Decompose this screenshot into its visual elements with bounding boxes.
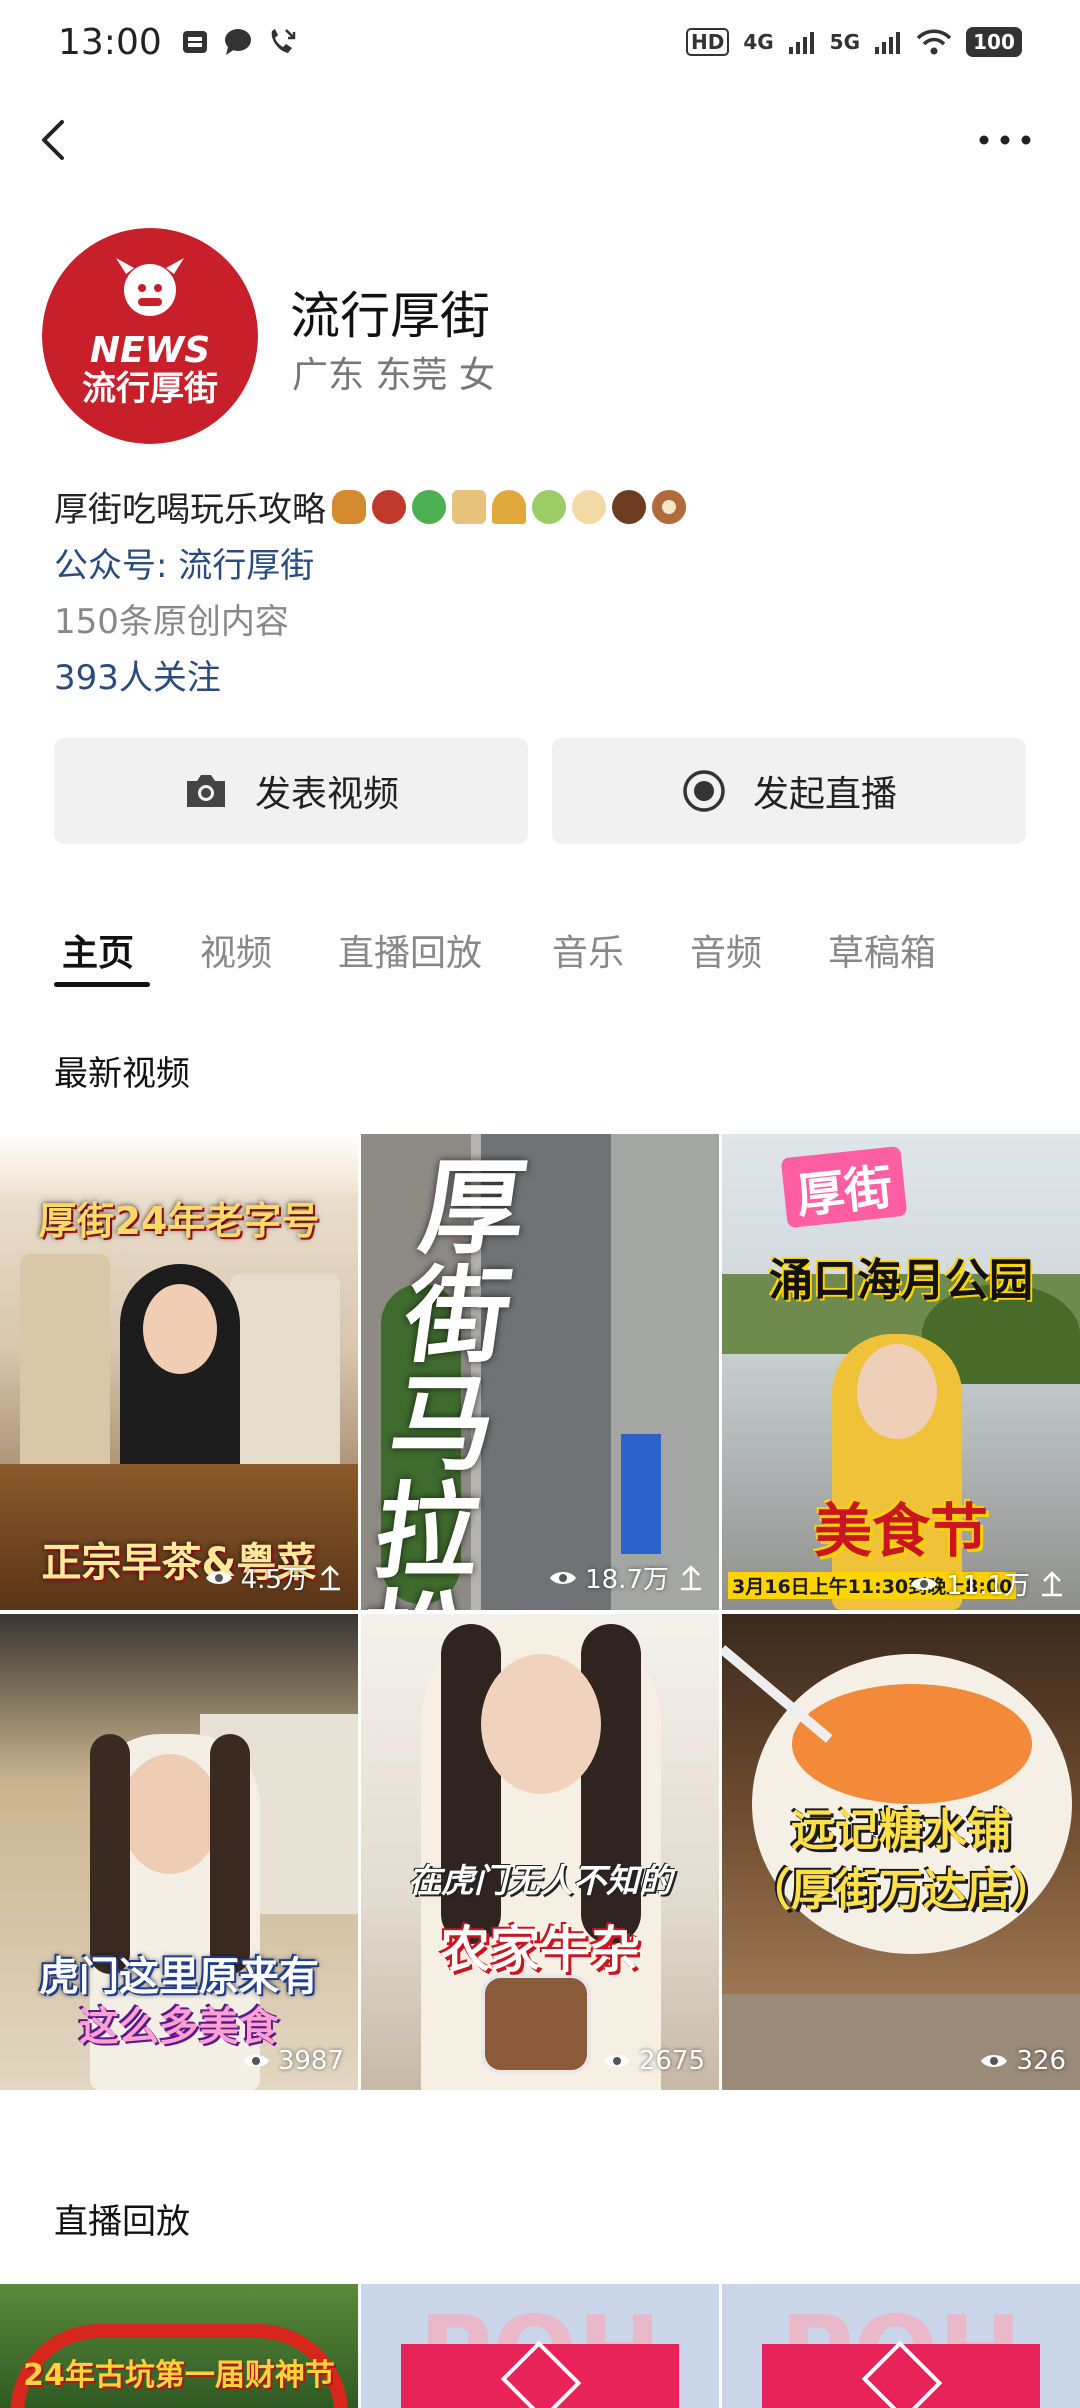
live-record-icon xyxy=(683,770,725,812)
live-replay-tile[interactable]: 24年古坑第一届财神节 xyxy=(0,2284,358,2408)
video-tile[interactable]: 虎门这里原来有 这么多美食 3987 xyxy=(0,1614,358,2090)
eye-icon xyxy=(242,2055,269,2067)
bio-text: 厚街吃喝玩乐攻略 xyxy=(54,490,326,530)
views-count: 3987 xyxy=(277,2046,344,2076)
live-replay-tile[interactable]: POH xyxy=(722,2284,1080,2408)
video-tile[interactable]: 远记糖水铺 （厚街万达店） 326 xyxy=(722,1614,1080,2090)
avatar-text-bottom: 流行厚街 xyxy=(82,369,218,409)
missed-call-icon xyxy=(271,29,295,53)
sim-card-icon xyxy=(182,31,207,53)
video-views: 4.5万 xyxy=(205,1559,344,1596)
tab-home[interactable]: 主页 xyxy=(62,924,134,976)
eye-icon xyxy=(981,2055,1008,2067)
pin-icon xyxy=(681,1564,701,1590)
video-title-bottom: 美食节 xyxy=(813,1497,988,1565)
start-live-button[interactable]: 发起直播 xyxy=(552,738,1026,844)
video-views: 3987 xyxy=(242,2046,344,2076)
views-count: 326 xyxy=(1016,2046,1066,2076)
views-count: 18.7万 xyxy=(585,1565,669,1595)
views-count: 4.5万 xyxy=(240,1565,308,1595)
profile-name: 流行厚街 xyxy=(290,287,490,345)
video-title-bottom: （厚街万达店） xyxy=(747,1865,1055,1916)
tab-videos[interactable]: 视频 xyxy=(200,924,272,976)
more-button[interactable] xyxy=(970,110,1040,170)
cupcake-icon xyxy=(572,489,606,524)
post-video-button[interactable]: 发表视频 xyxy=(54,738,528,844)
tab-audio[interactable]: 音频 xyxy=(690,924,762,976)
more-dots-icon xyxy=(979,135,1031,145)
official-account-link[interactable]: 公众号: 流行厚街 xyxy=(54,538,314,587)
video-views: 11.1万 xyxy=(910,1565,1066,1602)
latest-videos-title: 最新视频 xyxy=(54,1054,190,1094)
video-tile[interactable]: 厚街马拉松 18.7万 xyxy=(361,1134,719,1610)
hd-indicator: HD xyxy=(685,28,730,56)
avatar[interactable]: NEWS 流行厚街 xyxy=(42,228,258,444)
start-live-label: 发起直播 xyxy=(752,774,897,815)
tab-drafts[interactable]: 草稿箱 xyxy=(828,924,936,976)
meat-icon xyxy=(372,489,406,524)
post-video-label: 发表视频 xyxy=(254,774,399,815)
network-4g: 4G xyxy=(743,30,774,54)
tab-live-replays[interactable]: 直播回放 xyxy=(338,924,482,976)
video-title-bottom: 农家牛杂 xyxy=(440,1921,640,1979)
pin-icon xyxy=(1042,1570,1062,1596)
views-count: 11.1万 xyxy=(946,1571,1030,1601)
sandwich-icon xyxy=(452,489,486,524)
video-title-mid: 涌口海月公园 xyxy=(769,1255,1033,1306)
tab-music[interactable]: 音乐 xyxy=(552,924,624,976)
camera-icon xyxy=(186,775,225,807)
avatar-text-top: NEWS xyxy=(90,330,210,371)
status-time: 13:00 xyxy=(58,21,162,63)
top-nav xyxy=(0,100,1080,180)
pin-icon xyxy=(320,1564,340,1590)
video-tile[interactable]: 厚街24年老字号 正宗早茶&粤菜 4.5万 xyxy=(0,1134,358,1610)
video-title-top: 远记糖水铺 xyxy=(791,1805,1011,1856)
video-views: 326 xyxy=(980,2046,1066,2076)
back-button[interactable] xyxy=(30,110,90,170)
signal-icon-2 xyxy=(875,32,900,54)
burger-icon xyxy=(332,489,366,524)
chestnut-icon xyxy=(612,489,646,524)
followers-count[interactable]: 393人关注 xyxy=(54,650,221,699)
status-bar: 13:00 HD 4G 5G 100 xyxy=(0,0,1080,84)
back-arrow-icon xyxy=(42,120,64,160)
signal-icon-1 xyxy=(788,32,814,54)
salad-icon xyxy=(412,489,446,524)
video-title-top: 厚街24年老字号 xyxy=(38,1199,320,1243)
live-replay-tile[interactable]: POH xyxy=(361,2284,719,2408)
bio-emojis xyxy=(332,489,686,524)
profile-location: 广东 东莞 女 xyxy=(292,355,495,396)
video-title-bottom: 这么多美食 xyxy=(79,2004,279,2050)
message-icon xyxy=(224,29,251,55)
video-tile[interactable]: 在虎门无人不知的 农家牛杂 2675 xyxy=(361,1614,719,2090)
profile-tabs: 主页 视频 直播回放 音乐 音频 草稿箱 xyxy=(0,912,1080,992)
donut-icon xyxy=(652,489,686,524)
taco-icon xyxy=(492,489,526,524)
bio: 厚街吃喝玩乐攻略 xyxy=(54,482,686,531)
dango-icon xyxy=(532,489,566,524)
views-count: 2675 xyxy=(638,2046,705,2076)
live-replay-text: 24年古坑第一届财神节 xyxy=(23,2358,335,2393)
eye-icon xyxy=(911,1577,938,1590)
video-title-top: 在虎门无人不知的 xyxy=(408,1861,672,1900)
video-views: 18.7万 xyxy=(549,1559,705,1596)
avatar-logo: NEWS 流行厚街 xyxy=(42,228,258,444)
eye-icon xyxy=(603,2055,630,2067)
battery-indicator: 100 xyxy=(966,27,1022,57)
video-views: 2675 xyxy=(603,2046,705,2076)
video-tile[interactable]: 厚街 涌口海月公园 美食节 3月16日上午11:30到晚上8:00 11.1万 xyxy=(722,1134,1080,1610)
original-content-count: 150条原创内容 xyxy=(54,602,289,642)
eye-icon xyxy=(205,1571,232,1584)
wifi-icon xyxy=(916,29,952,55)
network-5g: 5G xyxy=(829,30,860,54)
live-replays-title: 直播回放 xyxy=(54,2202,190,2242)
video-title-top: 厚街 xyxy=(793,1159,896,1225)
active-tab-indicator xyxy=(54,982,150,987)
eye-icon xyxy=(550,1571,577,1584)
